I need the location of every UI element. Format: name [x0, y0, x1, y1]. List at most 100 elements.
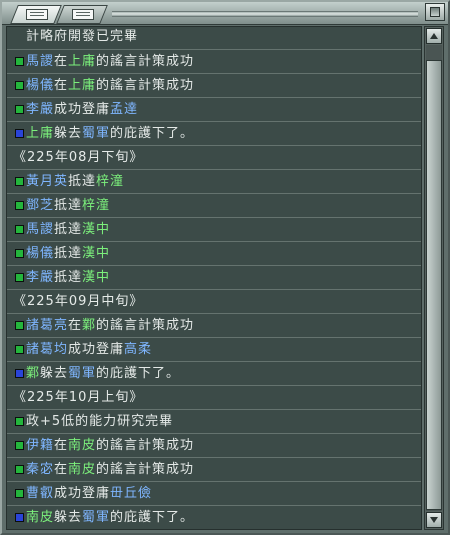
log-entry: 楊儀在上庸的謠言計策成功 — [7, 74, 421, 98]
place-name: 鄴 — [82, 318, 97, 333]
place-name: 上庸 — [68, 54, 97, 69]
name-text: 蜀軍 — [82, 126, 111, 141]
green-square-icon — [15, 177, 24, 186]
message-text: 在 — [54, 438, 69, 453]
name-text: 馬謖 — [26, 222, 55, 237]
close-button[interactable] — [425, 3, 445, 21]
place-name: 梓潼 — [82, 198, 111, 213]
message-text: 的庇護下了。 — [96, 366, 181, 381]
message-text: 在 — [68, 318, 83, 333]
name-text: 楊儀 — [26, 78, 55, 93]
document-icon — [72, 9, 94, 20]
date-header: 《225年10月上旬》 — [7, 386, 421, 410]
green-square-icon — [15, 273, 24, 282]
green-square-icon — [15, 249, 24, 258]
message-list[interactable]: 在漢中進行的計略府開發已完畢馬謖在上庸的謠言計策成功楊儀在上庸的謠言計策成功李嚴… — [6, 26, 422, 530]
vertical-scrollbar[interactable] — [424, 26, 444, 530]
name-text: 秦宓 — [26, 462, 55, 477]
name-text: 蜀軍 — [82, 510, 111, 525]
place-name: 漢中 — [82, 246, 111, 261]
scroll-thumb[interactable] — [426, 60, 442, 510]
tab-log-active[interactable] — [10, 5, 62, 24]
message-text: 抵達 — [54, 198, 83, 213]
log-entry: 上庸躲去蜀軍的庇護下了。 — [7, 122, 421, 146]
message-text: 的謠言計策成功 — [96, 78, 195, 93]
tab-log-alt[interactable] — [56, 5, 108, 24]
log-entry: 諸葛均成功登庸高柔 — [7, 338, 421, 362]
place-name: 上庸 — [68, 78, 97, 93]
green-square-icon — [15, 465, 24, 474]
blue-square-icon — [15, 129, 24, 138]
name-text: 蜀軍 — [68, 366, 97, 381]
green-square-icon — [15, 489, 24, 498]
green-square-icon — [15, 345, 24, 354]
place-name: 梓潼 — [96, 174, 125, 189]
name-text: 毌丘儉 — [110, 486, 153, 501]
green-square-icon — [15, 105, 24, 114]
log-entry: 馬謖在上庸的謠言計策成功 — [7, 50, 421, 74]
green-square-icon — [15, 321, 24, 330]
log-entry: 曹叡成功登庸毌丘儉 — [7, 482, 421, 506]
green-square-icon — [15, 81, 24, 90]
message-text: 計略府開發已完畢 — [26, 29, 139, 44]
message-text: 的謠言計策成功 — [96, 462, 195, 477]
message-text: 在 — [26, 27, 40, 28]
green-square-icon — [15, 201, 24, 210]
log-entry: 鄧芝抵達梓潼 — [7, 194, 421, 218]
log-entry: 鄴躲去蜀軍的庇護下了。 — [7, 362, 421, 386]
green-square-icon — [15, 57, 24, 66]
log-entry: 馬謖抵達漢中 — [7, 218, 421, 242]
message-log-window: 在漢中進行的計略府開發已完畢馬謖在上庸的謠言計策成功楊儀在上庸的謠言計策成功李嚴… — [0, 0, 450, 535]
title-bar-rail — [112, 11, 418, 17]
name-text: 黃月英 — [26, 174, 69, 189]
message-text: 躲去 — [40, 366, 69, 381]
scroll-track[interactable] — [426, 45, 442, 511]
name-text: 李嚴 — [26, 270, 55, 285]
blue-square-icon — [15, 369, 24, 378]
place-name: 漢中 — [82, 270, 111, 285]
message-text: 成功登庸 — [54, 102, 111, 117]
document-icon — [26, 9, 48, 20]
message-text: 成功登庸 — [54, 486, 111, 501]
log-entry: 南皮躲去蜀軍的庇護下了。 — [7, 506, 421, 529]
name-text: 鄧芝 — [26, 198, 55, 213]
message-text: 抵達 — [68, 174, 97, 189]
name-text: 諸葛亮 — [26, 318, 69, 333]
log-entry: 楊儀抵達漢中 — [7, 242, 421, 266]
log-entry: 李嚴抵達漢中 — [7, 266, 421, 290]
place-name: 漢中 — [40, 27, 68, 28]
name-text: 楊儀 — [26, 246, 55, 261]
scroll-up-arrow-icon[interactable] — [426, 28, 442, 44]
place-name: 漢中 — [82, 222, 111, 237]
log-entry: 李嚴成功登庸孟達 — [7, 98, 421, 122]
message-text: 進行的 — [68, 27, 110, 28]
log-entry: 在漢中進行的計略府開發已完畢 — [7, 27, 421, 50]
message-text: 抵達 — [54, 222, 83, 237]
message-text: 的庇護下了。 — [110, 126, 195, 141]
place-name: 南皮 — [68, 462, 97, 477]
log-entry: 諸葛亮在鄴的謠言計策成功 — [7, 314, 421, 338]
message-text: 抵達 — [54, 270, 83, 285]
message-text: 的謠言計策成功 — [96, 54, 195, 69]
log-entry: 政+5低的能力研究完畢 — [7, 410, 421, 434]
message-text: 的庇護下了。 — [110, 510, 195, 525]
message-text: 的謠言計策成功 — [96, 438, 195, 453]
log-entry: 秦宓在南皮的謠言計策成功 — [7, 458, 421, 482]
message-text: 成功登庸 — [68, 342, 125, 357]
place-name: 上庸 — [26, 126, 55, 141]
log-entry: 黃月英抵達梓潼 — [7, 170, 421, 194]
place-name: 南皮 — [26, 510, 55, 525]
message-text: 在 — [54, 54, 69, 69]
message-text: 躲去 — [54, 510, 83, 525]
blue-square-icon — [15, 513, 24, 522]
date-header: 《225年09月中旬》 — [7, 290, 421, 314]
scroll-down-arrow-icon[interactable] — [426, 512, 442, 528]
place-name: 南皮 — [68, 438, 97, 453]
message-text: 政+5低的能力研究完畢 — [26, 414, 174, 429]
message-text: 躲去 — [54, 126, 83, 141]
green-square-icon — [15, 225, 24, 234]
date-header: 《225年08月下旬》 — [7, 146, 421, 170]
green-square-icon — [15, 417, 24, 426]
name-text: 曹叡 — [26, 486, 55, 501]
message-text: 在 — [54, 462, 69, 477]
